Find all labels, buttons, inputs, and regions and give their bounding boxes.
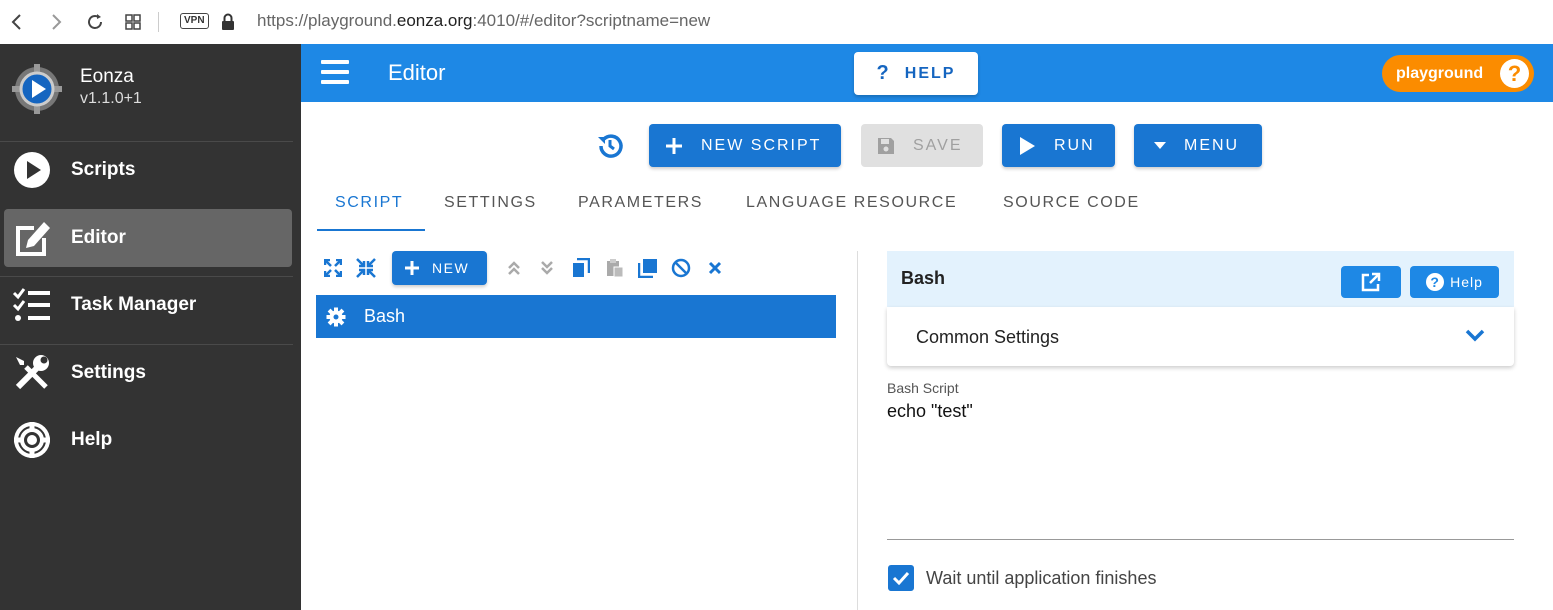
floppy-icon bbox=[877, 137, 895, 155]
tab-script[interactable]: SCRIPT bbox=[335, 194, 403, 212]
panel-divider bbox=[857, 251, 858, 610]
save-button[interactable]: SAVE bbox=[861, 124, 983, 167]
playground-button[interactable]: playground ? bbox=[1382, 55, 1534, 92]
sidebar: Eonza v1.1.0+1 Scripts Editor Task Manag… bbox=[0, 44, 301, 610]
checklist-icon bbox=[12, 285, 52, 325]
tree-item-label: Bash bbox=[364, 306, 406, 326]
sidebar-item-label: Settings bbox=[71, 362, 146, 383]
reload-icon[interactable] bbox=[83, 10, 107, 34]
tree-item-bash[interactable]: Bash bbox=[316, 295, 836, 338]
menu-button[interactable]: MENU bbox=[1134, 124, 1262, 167]
history-icon[interactable] bbox=[594, 130, 626, 162]
menu-hamburger-icon[interactable] bbox=[321, 60, 349, 86]
sidebar-item-label: Scripts bbox=[71, 159, 136, 180]
caret-down-icon bbox=[1154, 141, 1166, 150]
command-help-button[interactable]: ? Help bbox=[1410, 266, 1499, 298]
disable-icon[interactable] bbox=[670, 257, 692, 279]
tab-parameters[interactable]: PARAMETERS bbox=[578, 194, 703, 212]
panel-title: Bash bbox=[901, 268, 946, 288]
forward-icon[interactable] bbox=[44, 10, 68, 34]
sidebar-item-label: Task Manager bbox=[71, 294, 197, 315]
move-down-icon[interactable] bbox=[536, 257, 558, 279]
open-external-button[interactable] bbox=[1341, 266, 1401, 298]
app-name: Eonza bbox=[80, 66, 134, 87]
question-icon: ? bbox=[876, 62, 891, 84]
edit-icon bbox=[12, 218, 52, 258]
play-icon bbox=[1018, 136, 1036, 156]
tabs-grid-icon[interactable] bbox=[121, 10, 145, 34]
sidebar-item-scripts[interactable]: Scripts bbox=[4, 141, 292, 199]
app-version: v1.1.0+1 bbox=[80, 90, 142, 107]
help-button-label: HELP bbox=[904, 64, 956, 82]
playground-label: playground bbox=[1396, 64, 1484, 82]
command-help-label: Help bbox=[1450, 274, 1483, 290]
move-up-icon[interactable] bbox=[503, 257, 525, 279]
paste-icon[interactable] bbox=[604, 257, 626, 279]
command-panel-header: Bash ? Help bbox=[887, 251, 1514, 307]
help-button[interactable]: ? HELP bbox=[854, 52, 978, 95]
vpn-badge[interactable]: VPN bbox=[180, 13, 209, 29]
save-label: SAVE bbox=[913, 136, 963, 154]
duplicate-icon[interactable] bbox=[637, 257, 659, 279]
tab-language-resource[interactable]: LANGUAGE RESOURCE bbox=[746, 194, 957, 212]
copy-icon[interactable] bbox=[570, 257, 592, 279]
new-script-label: NEW SCRIPT bbox=[701, 136, 822, 154]
toolbar-divider bbox=[158, 12, 159, 32]
lifebuoy-icon bbox=[12, 420, 52, 460]
plus-icon bbox=[405, 261, 419, 275]
sidebar-item-label: Help bbox=[71, 429, 113, 450]
new-command-button[interactable]: NEW bbox=[392, 251, 487, 285]
page-title: Editor bbox=[388, 60, 446, 85]
bash-script-input[interactable]: echo "test" bbox=[887, 401, 973, 422]
play-circle-icon bbox=[12, 150, 52, 190]
menu-label: MENU bbox=[1184, 136, 1240, 154]
plus-icon bbox=[665, 137, 683, 155]
sidebar-item-settings[interactable]: Settings bbox=[4, 344, 292, 402]
question-circle-icon: ? bbox=[1500, 59, 1529, 88]
sidebar-item-help[interactable]: Help bbox=[4, 411, 292, 469]
wait-checkbox[interactable] bbox=[888, 565, 914, 591]
check-icon bbox=[892, 571, 910, 585]
expand-all-icon[interactable] bbox=[322, 257, 344, 279]
address-bar[interactable]: https://playground.eonza.org:4010/#/edit… bbox=[257, 11, 710, 31]
gear-icon bbox=[326, 307, 346, 326]
delete-icon[interactable] bbox=[704, 257, 726, 279]
wait-checkbox-label: Wait until application finishes bbox=[926, 568, 1157, 588]
back-icon[interactable] bbox=[5, 10, 29, 34]
common-settings-label: Common Settings bbox=[916, 327, 1060, 347]
new-script-button[interactable]: NEW SCRIPT bbox=[649, 124, 841, 167]
chevron-down-icon[interactable] bbox=[1465, 328, 1485, 347]
lock-icon[interactable] bbox=[216, 10, 240, 34]
app-logo-icon bbox=[12, 64, 62, 114]
bash-script-label: Bash Script bbox=[887, 380, 959, 396]
question-circle-icon: ? bbox=[1426, 273, 1445, 291]
sidebar-item-editor[interactable]: Editor bbox=[4, 209, 292, 267]
sidebar-item-task-manager[interactable]: Task Manager bbox=[4, 276, 292, 334]
sidebar-item-label: Editor bbox=[71, 227, 126, 248]
input-underline bbox=[887, 539, 1514, 540]
run-label: RUN bbox=[1054, 136, 1095, 154]
app-header: Editor ? HELP playground ? bbox=[301, 44, 1553, 102]
common-settings-expander[interactable]: Common Settings bbox=[887, 307, 1514, 366]
run-button[interactable]: RUN bbox=[1002, 124, 1115, 167]
tools-icon bbox=[12, 353, 52, 393]
tab-settings[interactable]: SETTINGS bbox=[444, 194, 537, 212]
tab-source-code[interactable]: SOURCE CODE bbox=[1003, 194, 1140, 212]
browser-toolbar: VPN https://playground.eonza.org:4010/#/… bbox=[0, 0, 1553, 44]
active-tab-indicator bbox=[317, 229, 425, 231]
new-command-label: NEW bbox=[432, 260, 470, 276]
collapse-all-icon[interactable] bbox=[355, 257, 377, 279]
external-link-icon bbox=[1361, 272, 1381, 292]
